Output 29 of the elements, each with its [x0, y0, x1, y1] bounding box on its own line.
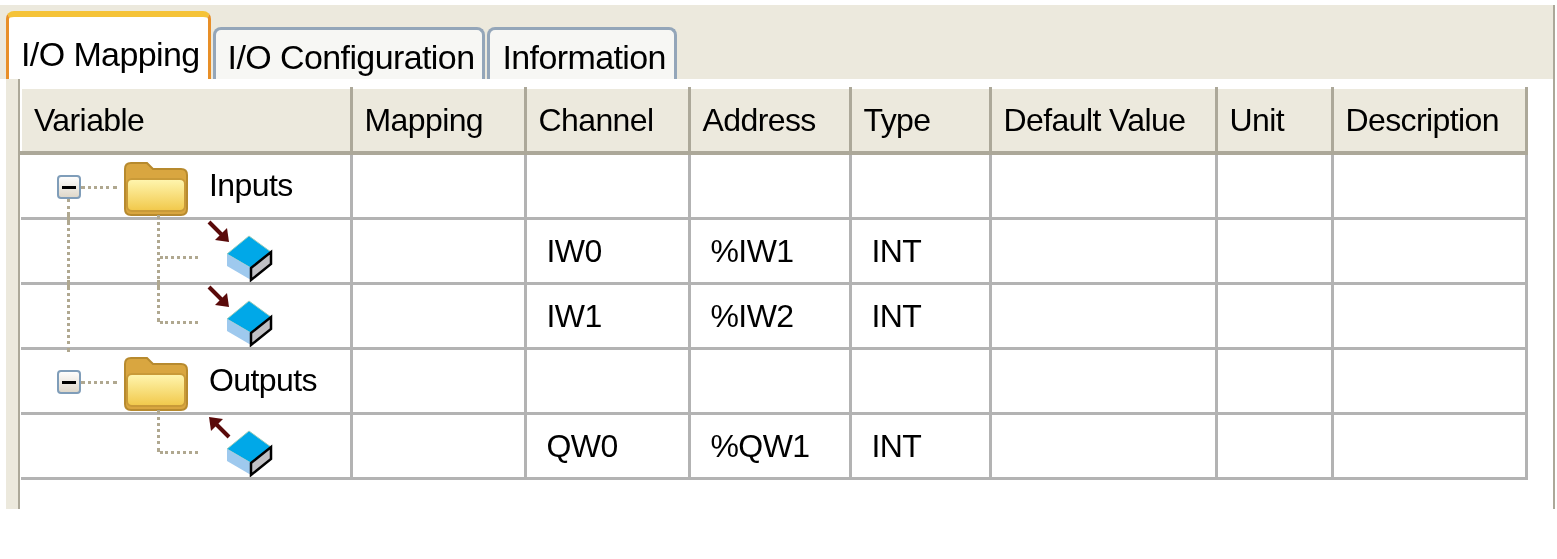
tab[interactable]: I/O Mapping	[6, 11, 211, 79]
input-channel-icon	[207, 285, 273, 347]
input-channel-icon	[207, 220, 273, 282]
table-cell: %IW2	[689, 283, 850, 349]
column-header[interactable]: Unit	[1216, 88, 1332, 153]
tab[interactable]: I/O Configuration	[212, 27, 486, 79]
table-cell: IW0	[525, 218, 689, 284]
column-header[interactable]: Default Value	[990, 88, 1216, 153]
collapse-icon[interactable]	[57, 370, 81, 394]
tree-label: Inputs	[209, 167, 293, 204]
column-header[interactable]: Channel	[525, 88, 689, 153]
table-cell: %QW1	[689, 413, 850, 479]
table-cell: INT	[850, 218, 990, 284]
folder-icon	[121, 159, 191, 217]
column-header[interactable]: Address	[689, 88, 850, 153]
collapse-icon[interactable]	[57, 175, 81, 199]
table-cell: IW1	[525, 283, 689, 349]
table-cell: INT	[850, 413, 990, 479]
tree-label: Outputs	[209, 362, 317, 399]
tab[interactable]: Information	[487, 27, 677, 79]
column-header[interactable]: Variable	[21, 88, 351, 153]
folder-icon	[121, 354, 191, 412]
table-cell: INT	[850, 283, 990, 349]
column-header[interactable]: Description	[1332, 88, 1526, 153]
column-header[interactable]: Type	[850, 88, 990, 153]
output-channel-icon	[207, 415, 273, 477]
table-cell: QW0	[525, 413, 689, 479]
table-cell: %IW1	[689, 218, 850, 284]
column-header[interactable]: Mapping	[351, 88, 525, 153]
